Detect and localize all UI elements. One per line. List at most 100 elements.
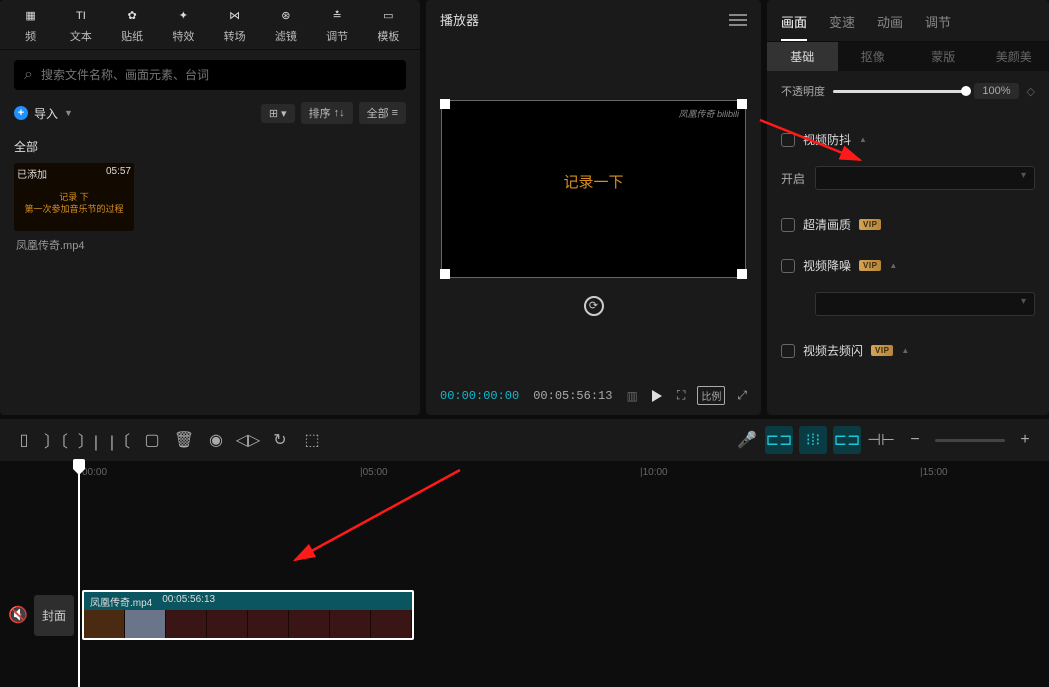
timeline-clip[interactable]: 凤凰传奇.mp4 00:05:56:13: [82, 590, 414, 640]
tab-transition[interactable]: ⋈ 转场: [224, 6, 246, 44]
play-button[interactable]: [652, 390, 662, 402]
clip-duration: 05:57: [106, 166, 131, 177]
tool-snap[interactable]: ⊣⊢: [867, 426, 895, 454]
tab-sticker[interactable]: ✿ 贴纸: [121, 6, 143, 44]
watermark: 凤凰传奇 bilibili: [678, 107, 739, 120]
open-label: 开启: [781, 170, 805, 187]
tab-effects[interactable]: ✦特效: [172, 6, 194, 44]
subtab-basic[interactable]: 基础: [767, 42, 838, 71]
hq-label: 超清画质: [803, 216, 851, 233]
denoise-select[interactable]: [815, 292, 1035, 316]
tab-adjust2[interactable]: 调节: [925, 8, 951, 41]
player-menu-icon[interactable]: [729, 14, 747, 26]
subtab-beauty[interactable]: 美颜美: [979, 42, 1049, 71]
tab-adjust[interactable]: ≛调节: [326, 6, 348, 44]
collapse-icon: ▲: [901, 346, 909, 355]
tool-frame[interactable]: ⬚: [298, 426, 326, 454]
tab-template[interactable]: ▭模板: [377, 6, 399, 44]
tool-align1[interactable]: ⊏⊐: [765, 426, 793, 454]
props-subtabs: 基础 抠像 蒙版 美颜美: [767, 42, 1049, 71]
deflicker-row[interactable]: 视频去频闪 VIP ▲: [781, 330, 1035, 371]
zoom-slider[interactable]: [935, 439, 1005, 442]
tool-crop[interactable]: ▢: [138, 426, 166, 454]
video-preview[interactable]: 凤凰传奇 bilibili 记录一下: [441, 100, 746, 278]
tab-label: 转场: [224, 28, 246, 44]
import-label: 导入: [34, 105, 58, 122]
anti-shake-select[interactable]: [815, 166, 1035, 190]
sort-button[interactable]: 排序 ↑↓: [301, 102, 353, 124]
tool-rotate[interactable]: ↻: [266, 426, 294, 454]
opacity-slider[interactable]: [833, 90, 966, 93]
tool-select[interactable]: ▯: [10, 426, 38, 454]
fullscreen-icon[interactable]: ⤢: [737, 388, 747, 403]
media-panel: ▦频 TI文本 ✿ 贴纸 ✦特效 ⋈ 转场 ⊛ 滤镜 ≛调节 ▭模板 ⌕ + 导入 ▼…: [0, 0, 420, 415]
tool-cut-right[interactable]: |〔: [106, 426, 134, 454]
import-button[interactable]: + 导入 ▼: [14, 105, 73, 122]
current-time: 00:00:00:00: [440, 389, 519, 403]
category-tabs: ▦频 TI文本 ✿ 贴纸 ✦特效 ⋈ 转场 ⊛ 滤镜 ≛调节 ▭模板: [0, 0, 420, 50]
waveform-icon[interactable]: ▥: [626, 389, 637, 403]
sticker-icon: ✿: [122, 6, 142, 26]
subtab-mask[interactable]: 蒙版: [908, 42, 979, 71]
tool-record[interactable]: ◉: [202, 426, 230, 454]
tool-align2[interactable]: ⁝⁞⁝: [799, 426, 827, 454]
filter-all-button[interactable]: 全部 ≡: [359, 102, 406, 124]
denoise-row[interactable]: 视频降噪 VIP ▲: [781, 245, 1035, 286]
clip-preview-text: 记录 下 第一次参加音乐节的过程: [14, 191, 134, 215]
keyframe-icon[interactable]: ◇: [1027, 85, 1035, 98]
total-duration: 00:05:56:13: [533, 389, 612, 403]
filter-icon: ⊛: [276, 6, 296, 26]
search-input[interactable]: [41, 68, 396, 82]
opacity-value[interactable]: 100%: [974, 83, 1018, 99]
tab-video[interactable]: ▦频: [21, 6, 41, 44]
timeline-ruler[interactable]: 00:00 |05:00 |10:00 |15:00: [0, 461, 1049, 487]
timeline-tracks: 🔇 封面 凤凰传奇.mp4 00:05:56:13: [0, 487, 1049, 667]
tool-split[interactable]: 〕〔: [42, 426, 70, 454]
tool-mirror[interactable]: ◁▷: [234, 426, 262, 454]
adjust-icon: ≛: [327, 6, 347, 26]
tool-zoom-in[interactable]: +: [1011, 426, 1039, 454]
ratio-button[interactable]: 比例: [697, 386, 725, 405]
opacity-label: 不透明度: [781, 83, 825, 99]
playhead[interactable]: [78, 461, 80, 687]
tool-zoom-out[interactable]: −: [901, 426, 929, 454]
tab-label: 文本: [70, 28, 92, 44]
tab-filter[interactable]: ⊛ 滤镜: [275, 6, 297, 44]
props-tabs: 画面 变速 动画 调节: [767, 0, 1049, 42]
cover-button[interactable]: 封面: [34, 595, 74, 636]
vip-badge: VIP: [859, 219, 881, 230]
tool-mic[interactable]: 🎤: [733, 426, 761, 454]
search-box[interactable]: ⌕: [14, 60, 406, 90]
tab-picture[interactable]: 画面: [781, 8, 807, 41]
hq-checkbox[interactable]: [781, 218, 795, 232]
tab-label: 滤镜: [275, 28, 297, 44]
tool-delete[interactable]: 🗑: [170, 426, 198, 454]
view-toggle[interactable]: ⊞ ▾: [261, 104, 295, 123]
collapse-icon: ▲: [859, 135, 867, 144]
tick: |10:00: [640, 467, 668, 478]
transition-icon: ⋈: [225, 6, 245, 26]
added-badge: 已添加: [17, 166, 47, 181]
tool-align3[interactable]: ⊏⊐: [833, 426, 861, 454]
hq-row[interactable]: 超清画质 VIP: [781, 204, 1035, 245]
tab-speed[interactable]: 变速: [829, 8, 855, 41]
tab-label: 频: [25, 28, 36, 44]
tab-text[interactable]: TI文本: [70, 6, 92, 44]
mute-icon[interactable]: 🔇: [8, 605, 26, 625]
crop-icon[interactable]: ⛶: [677, 388, 685, 403]
denoise-label: 视频降噪: [803, 257, 851, 274]
denoise-checkbox[interactable]: [781, 259, 795, 273]
anti-shake-checkbox[interactable]: [781, 133, 795, 147]
subtab-cutout[interactable]: 抠像: [838, 42, 909, 71]
deflicker-checkbox[interactable]: [781, 344, 795, 358]
refresh-icon[interactable]: ⟳: [584, 296, 604, 316]
media-clip[interactable]: 已添加 05:57 记录 下 第一次参加音乐节的过程: [14, 163, 134, 231]
tab-animation[interactable]: 动画: [877, 8, 903, 41]
tool-cut-left[interactable]: 〕|: [74, 426, 102, 454]
tab-label: 贴纸: [121, 28, 143, 44]
template-icon: ▭: [378, 6, 398, 26]
vip-badge: VIP: [859, 260, 881, 271]
collapse-icon: ▲: [889, 261, 897, 270]
properties-panel: 画面 变速 动画 调节 基础 抠像 蒙版 美颜美 不透明度 100% ◇: [767, 0, 1049, 415]
anti-shake-row[interactable]: 视频防抖 ▲: [781, 119, 1035, 160]
